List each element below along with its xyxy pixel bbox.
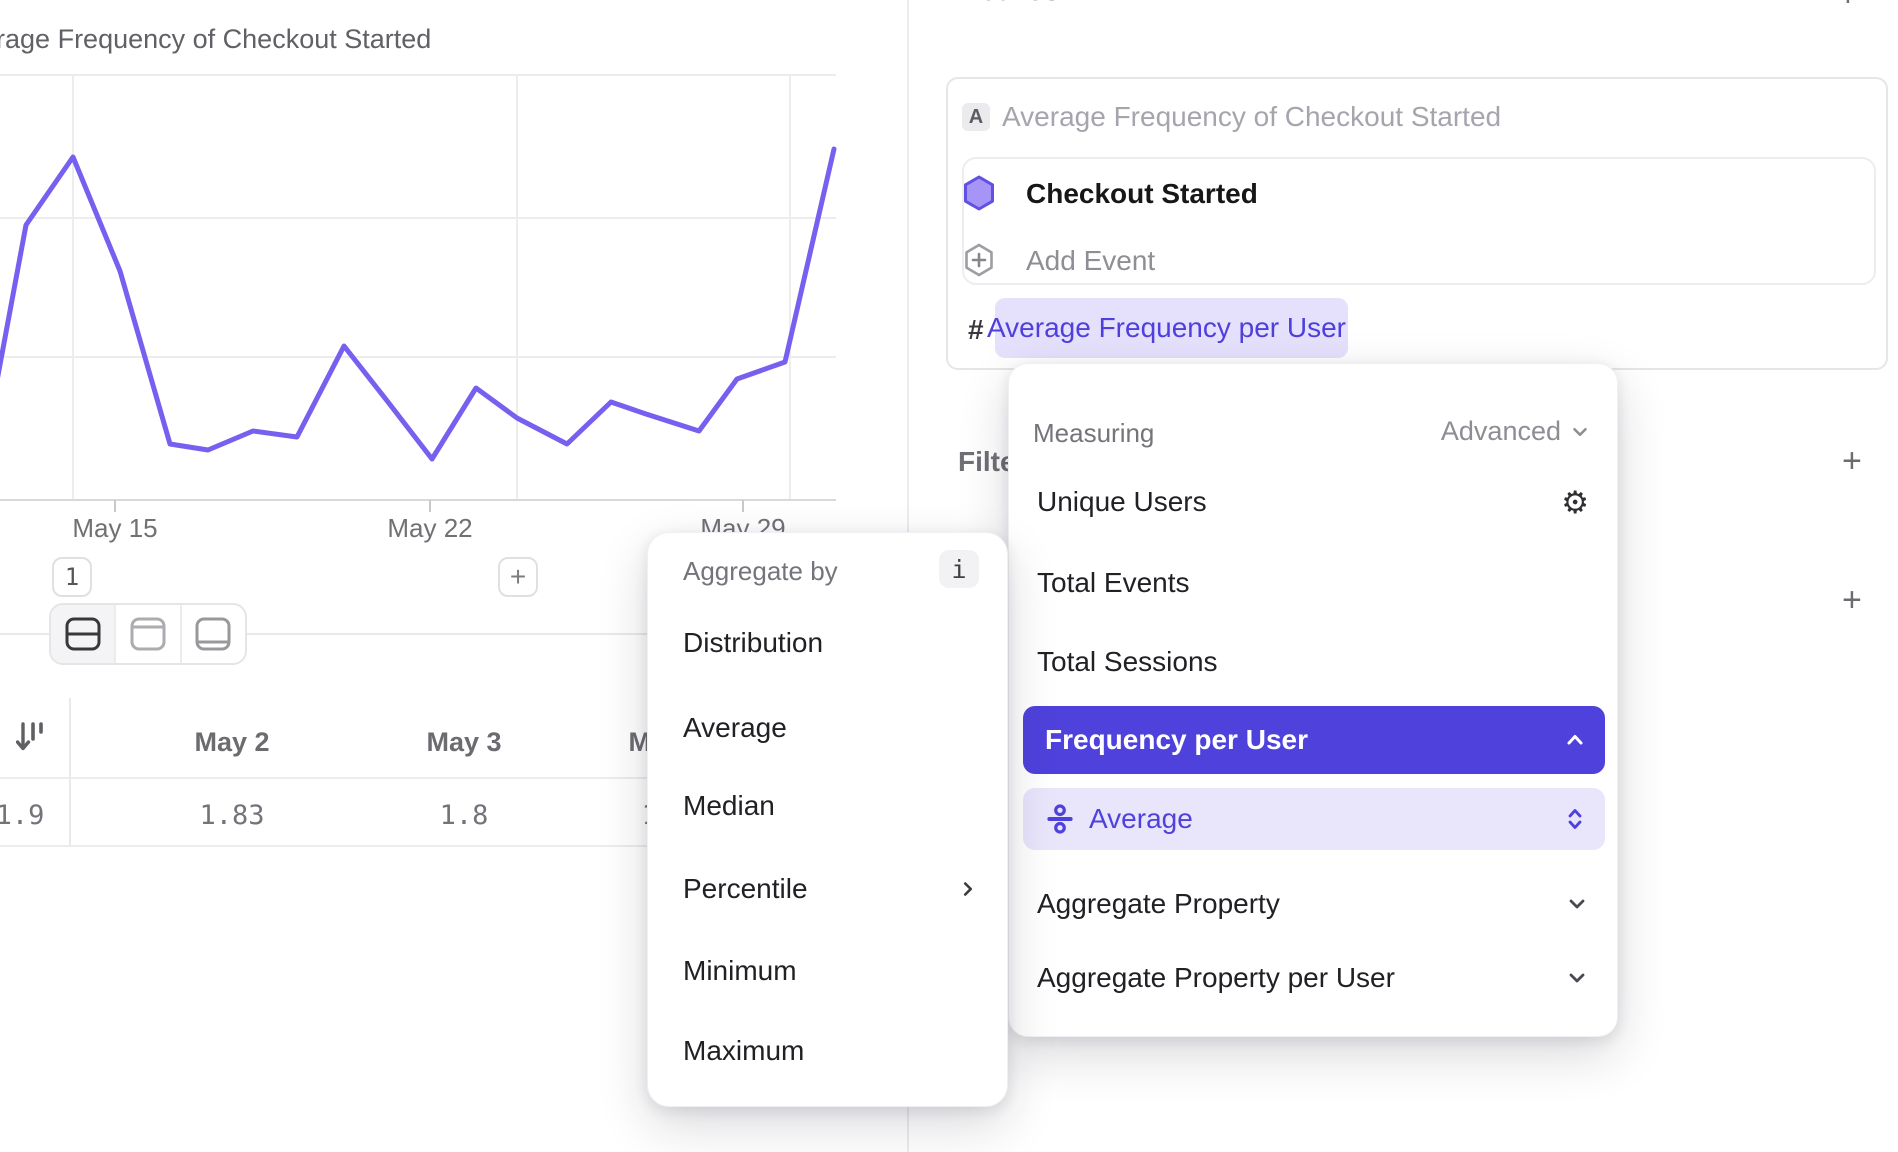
- x-axis-tick-label: May 15: [72, 513, 157, 544]
- advanced-toggle[interactable]: Advanced: [1441, 416, 1591, 447]
- table-cell: 1.9: [0, 800, 44, 831]
- numeric-hash-symbol: #: [968, 314, 984, 346]
- chevron-right-icon: [957, 878, 979, 900]
- table-header-may2[interactable]: May 2: [194, 727, 269, 758]
- table-cell: 1.8: [440, 800, 489, 831]
- split-middle-icon: [63, 616, 103, 652]
- metric-name-input[interactable]: Average Frequency of Checkout Started: [1002, 103, 1501, 131]
- info-icon[interactable]: i: [939, 550, 979, 588]
- event-name[interactable]: Checkout Started: [1026, 178, 1258, 210]
- table-column-divider: [69, 698, 71, 846]
- add-event-hexagon-icon[interactable]: [963, 242, 995, 278]
- layout-split-middle-button[interactable]: [51, 605, 116, 663]
- split-bottom-icon: [193, 616, 233, 652]
- layout-footer-bottom-button[interactable]: [182, 605, 245, 663]
- layout-toggle-group: [49, 603, 247, 665]
- menu-item-distribution[interactable]: Distribution: [683, 627, 823, 659]
- add-metric-icon[interactable]: +: [1838, 0, 1858, 15]
- aggregate-by-popup: Aggregate by i Distribution Average Medi…: [647, 532, 1008, 1107]
- add-breakdown-icon[interactable]: +: [1842, 581, 1862, 620]
- measurement-dropdown[interactable]: Average Frequency per User: [995, 298, 1348, 358]
- up-down-chevrons-icon: [1563, 806, 1587, 832]
- table-header-may3[interactable]: May 3: [426, 727, 501, 758]
- x-axis-tick-label: May 22: [387, 513, 472, 544]
- metrics-section-heading: Metrics: [955, 0, 1060, 8]
- page-number-button[interactable]: 1: [52, 557, 92, 597]
- layout-header-top-button[interactable]: [116, 605, 181, 663]
- menu-item-aggregate-property[interactable]: Aggregate Property: [1037, 888, 1589, 920]
- table-cell: 1.83: [199, 800, 264, 831]
- menu-item-minimum[interactable]: Minimum: [683, 955, 797, 987]
- menu-item-aggregate-property-per-user[interactable]: Aggregate Property per User: [1037, 962, 1589, 994]
- menu-item-unique-users[interactable]: Unique Users ⚙: [1037, 486, 1589, 518]
- menu-item-average-aggregation[interactable]: Average: [1023, 788, 1605, 850]
- gear-icon[interactable]: ⚙: [1561, 487, 1589, 518]
- event-hexagon-icon: [962, 174, 996, 212]
- menu-item-frequency-per-user[interactable]: Frequency per User: [1023, 706, 1605, 774]
- advanced-label: Advanced: [1441, 416, 1561, 447]
- sort-descending-icon[interactable]: [16, 719, 48, 757]
- add-button[interactable]: +: [498, 557, 538, 597]
- analytics-report-screen: Average Frequency of Checkout Started Ma…: [0, 0, 1898, 1152]
- menu-item-average[interactable]: Average: [683, 712, 787, 744]
- chevron-down-icon: [1565, 892, 1589, 916]
- metric-letter-badge: A: [962, 103, 990, 131]
- chevron-up-icon: [1563, 728, 1587, 752]
- aggregate-by-label: Aggregate by: [683, 556, 838, 587]
- chevron-down-icon: [1565, 966, 1589, 990]
- menu-item-total-sessions[interactable]: Total Sessions: [1037, 646, 1218, 678]
- menu-item-median[interactable]: Median: [683, 790, 775, 822]
- chart-line-series: [0, 149, 834, 472]
- average-divide-icon: [1045, 804, 1075, 834]
- menu-item-total-events[interactable]: Total Events: [1037, 567, 1190, 599]
- menu-item-maximum[interactable]: Maximum: [683, 1035, 804, 1067]
- chevron-down-icon: [1569, 421, 1591, 443]
- add-event-button[interactable]: Add Event: [1026, 245, 1155, 277]
- menu-item-percentile[interactable]: Percentile: [683, 873, 979, 905]
- measuring-popup: Measuring Advanced Unique Users ⚙ Total …: [1008, 363, 1618, 1037]
- add-filter-icon[interactable]: +: [1842, 442, 1862, 481]
- measuring-label: Measuring: [1033, 418, 1154, 449]
- frequency-line-chart: [0, 0, 908, 560]
- measurement-dropdown-label: Average Frequency per User: [987, 312, 1346, 344]
- split-top-icon: [128, 616, 168, 652]
